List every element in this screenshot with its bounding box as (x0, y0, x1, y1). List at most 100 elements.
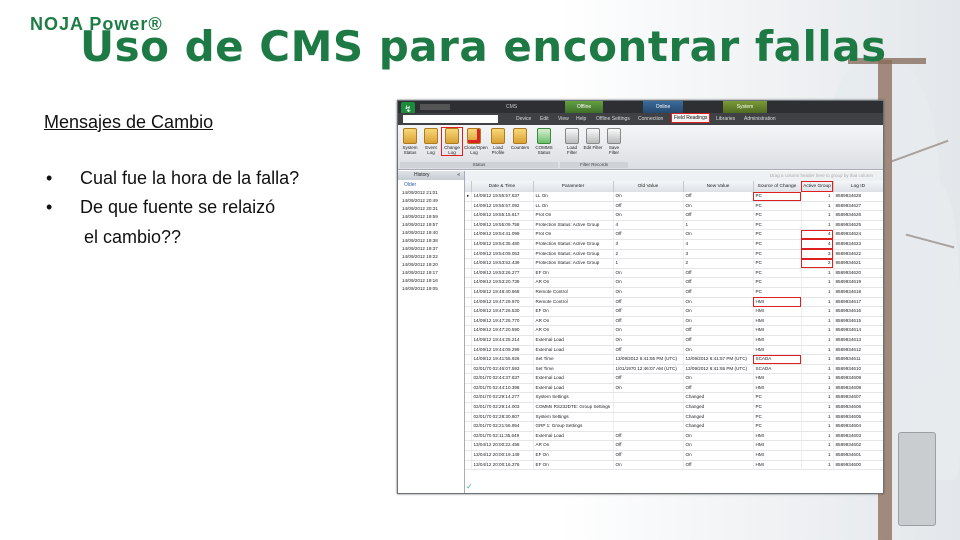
menu-connection[interactable]: Connection (638, 116, 663, 122)
history-item[interactable]: 14/09/2012 19:17 (398, 269, 464, 277)
table-row[interactable]: 14/09/12 19:44:25.214 External Load On Off H… (465, 335, 883, 346)
menu-device[interactable]: Device (516, 116, 531, 122)
table-row[interactable]: 14/09/12 19:48:40.668 Remote Control On Off… (465, 287, 883, 298)
table-row[interactable]: 14/09/12 19:54:35.480 Protection Status: … (465, 239, 883, 250)
edit-filter-button[interactable]: Edit Filter (583, 128, 603, 150)
table-row[interactable]: 14/09/12 19:47:26.530 EF On Off On HMI 1 85899… (465, 306, 883, 317)
comms-status-button[interactable]: COMMS Status (534, 128, 554, 155)
cell-old-value (613, 402, 684, 413)
table-row[interactable]: 14/09/12 19:53:26.277 EF On On Off PC 1 858993… (465, 268, 883, 279)
table-row[interactable]: 13/04/12 20:00:22.458 AR On Off On HMI 1 85899… (465, 440, 883, 452)
section-subhead: Mensajes de Cambio (44, 112, 214, 132)
history-item[interactable]: 14/09/2012 19:57 (398, 221, 464, 229)
table-row[interactable]: 14/09/12 19:54:09.053 Protection Status: … (465, 249, 883, 260)
history-item[interactable]: 14/09/2012 19:40 (398, 229, 464, 237)
device-search-input[interactable] (403, 115, 498, 123)
menu-edit[interactable]: Edit (540, 116, 549, 122)
context-tab-system[interactable]: System (723, 101, 767, 113)
cell-date-time: 14/09/12 19:44:25.214 (471, 335, 534, 346)
table-row[interactable]: 14/09/12 19:53:20.739 AR On On Off PC 1 858993… (465, 277, 883, 288)
table-row[interactable]: 14/09/12 19:54:41.099 Prot On Off On PC 4 8589… (465, 229, 883, 240)
collapse-icon[interactable]: « (457, 171, 460, 180)
table-row[interactable]: 14/09/12 19:41:55.926 Set Time 13/09/2012 … (465, 354, 883, 365)
question-list: Cual fue la hora de la falla? De que fue… (44, 168, 299, 226)
event-log-button[interactable]: Event Log (421, 128, 441, 155)
table-row[interactable]: 14/09/12 19:55:15.617 Prot On On Off PC 1 8589… (465, 210, 883, 221)
table-row[interactable]: 02/01/70 02:44:10.398 External Load On Off H… (465, 383, 883, 394)
table-row[interactable]: 13/04/12 20:00:16.376 EF On On Off HMI 1 85899… (465, 460, 883, 471)
counters-button[interactable]: Counters (510, 128, 530, 150)
table-row[interactable]: 02/01/70 02:44:37.637 External Load Off On H… (465, 373, 883, 384)
table-row[interactable]: 02/01/70 02:11:35.649 External Load Off On H… (465, 431, 883, 442)
table-row[interactable]: 13/04/12 20:00:19.149 EF On Off On HMI 1 85899… (465, 450, 883, 461)
cell-source-of-change: PC (753, 239, 802, 250)
table-row[interactable]: 02/01/70 02:21:56.954 GRP 1: Group Settin… (465, 421, 883, 432)
menu-libraries[interactable]: Libraries (716, 116, 735, 122)
quick-access-toolbar[interactable] (420, 104, 450, 110)
history-group-older[interactable]: Older (398, 180, 464, 189)
context-tab-offline[interactable]: Offline (565, 101, 603, 113)
history-item[interactable]: 14/09/2012 19:37 (398, 245, 464, 253)
menu-help[interactable]: Help (576, 116, 586, 122)
system-status-button[interactable]: System Status (400, 128, 420, 155)
menu-offline-settings[interactable]: Offline Settings (596, 116, 630, 122)
history-item[interactable]: 14/09/2012 19:59 (398, 213, 464, 221)
check-icon[interactable]: ✓ (466, 482, 473, 491)
cell-log-id: 8589934609 (833, 373, 883, 384)
history-item[interactable]: 14/09/2012 19:20 (398, 261, 464, 269)
menu-view[interactable]: View (558, 116, 569, 122)
table-row[interactable]: 14/09/12 19:55:57.092 LL On Off On PC 1 858993… (465, 201, 883, 212)
table-row[interactable]: 02/01/70 02:46:07.593 Set Time 1/01/1970 1… (465, 364, 883, 375)
history-item[interactable]: 14/09/2012 21:01 (398, 189, 464, 197)
cell-source-of-change: HMI (753, 335, 802, 346)
menu-administration[interactable]: Administration (744, 116, 776, 122)
table-row[interactable]: 14/09/12 19:55:09.758 Protection Status: … (465, 220, 883, 231)
cell-parameter: AR On (533, 316, 614, 327)
cell-log-id: 8589934602 (833, 440, 883, 452)
column-header-new-value[interactable]: New Value (683, 181, 754, 192)
load-filter-button[interactable]: Load Filter (562, 128, 582, 155)
table-row[interactable]: 14/09/12 19:47:29.970 Remote Control Off On… (465, 297, 883, 308)
history-item[interactable]: 14/09/2012 20:49 (398, 197, 464, 205)
ribbon-label: Save Filter (608, 145, 620, 155)
window-title: CMS (506, 104, 518, 110)
cell-active-group: 1 (801, 383, 834, 394)
history-item[interactable]: 14/09/2012 19:05 (398, 285, 464, 293)
history-item[interactable]: 14/09/2012 19:38 (398, 237, 464, 245)
table-row[interactable]: 02/01/70 02:28:30.807 System Settings Chan… (465, 412, 883, 423)
column-header-date-time[interactable]: Date & Time (471, 181, 534, 192)
table-row[interactable]: 14/09/12 19:47:25.770 AR On Off On HMI 1 85899… (465, 316, 883, 327)
close-open-log-button[interactable]: Close/Open Log (464, 128, 488, 155)
table-row[interactable]: 14/09/12 19:53:52.439 Protection Status: … (465, 258, 883, 269)
column-header-source-of-change[interactable]: Source of Change (753, 181, 802, 192)
history-item[interactable]: 14/09/2012 20:31 (398, 205, 464, 213)
cell-log-id: 8589934610 (833, 364, 883, 375)
history-item[interactable]: 14/09/2012 19:22 (398, 253, 464, 261)
cell-active-group: 1 (801, 421, 834, 432)
table-row[interactable]: 14/09/12 19:44:09.299 External Load Off On H… (465, 345, 883, 356)
history-item[interactable]: 14/09/2012 19:16 (398, 277, 464, 285)
column-header-old-value[interactable]: Old Value (613, 181, 684, 192)
cell-log-id: 8589934620 (833, 268, 883, 279)
table-row[interactable]: 02/01/70 02:29:14.277 System Settings Chan… (465, 392, 883, 404)
column-header-log-id[interactable]: Log ID (833, 181, 883, 192)
ribbon-label: Change Log (444, 145, 460, 155)
column-header-active-group[interactable]: Active Group (801, 181, 834, 192)
table-row[interactable]: 02/01/70 02:29:14.003 COMMs RS232DTE: Gro… (465, 402, 883, 413)
cell-active-group: 1 (801, 364, 834, 375)
cell-old-value: 2 (613, 249, 684, 260)
change-log-button[interactable]: Change Log (441, 127, 463, 156)
column-header-parameter[interactable]: Parameter (533, 181, 614, 192)
table-row[interactable]: ▸ 14/09/12 19:55:57.637 LL On On Off PC 1 85899… (465, 192, 883, 202)
save-filter-button[interactable]: Save Filter (604, 128, 624, 155)
cell-date-time: 14/09/12 19:53:26.277 (471, 268, 534, 279)
load-profile-button[interactable]: Load Profile (488, 128, 508, 155)
context-tab-online[interactable]: Online (643, 101, 683, 113)
table-row[interactable]: 14/09/12 19:47:20.590 AR On On Off HMI 1 85899… (465, 325, 883, 336)
cell-parameter: EF On (533, 460, 614, 471)
cell-new-value: Off (683, 325, 754, 336)
counters-icon (513, 128, 527, 144)
cell-active-group: 1 (801, 402, 834, 413)
cell-date-time: 14/09/12 19:53:52.439 (471, 258, 534, 269)
menu-field-readings[interactable]: Field Readings (670, 113, 711, 123)
